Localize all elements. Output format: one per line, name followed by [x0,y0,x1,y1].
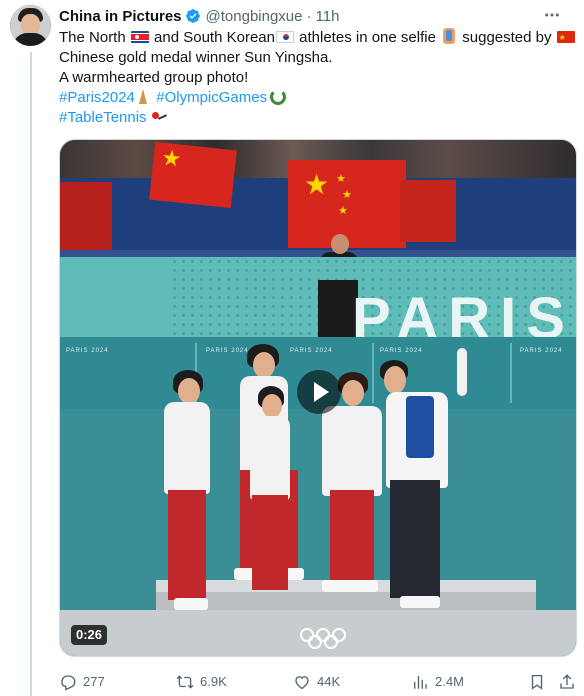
chinese-flag: ★ ★ ★ ★ [288,160,406,248]
hashtag-olympicgames[interactable]: #OlympicGames [156,89,267,106]
retweet-button[interactable]: 6.9K [176,672,227,692]
board-text: PARIS 2024 [206,348,249,354]
chinese-flag [400,180,456,242]
video-player[interactable]: ★ ★ ★ ★ ★ PARIS PARIS 2024 PARIS 2024 PARIS… [59,139,577,657]
tweet-line-2: Chinese gold medal winner Sun Yingsha. [59,49,333,66]
author-name[interactable]: China in Pictures [59,8,182,25]
laurel-wreath-icon [270,89,287,105]
hashtag-paris2024[interactable]: #Paris2024 [59,89,135,106]
views-button[interactable]: 2.4M [411,672,464,692]
hashtag-line-1: #Paris2024 #OlympicGames [59,88,579,108]
thread-line [30,52,32,696]
chinese-flag: ★ [149,141,237,209]
like-icon [295,676,309,690]
board-divider [510,343,512,403]
tweet-line-1: The North and South Korean athletes in o… [59,28,579,48]
text-fragment: The North [59,29,126,46]
avatar[interactable] [10,5,51,46]
north-korea-flag-icon [130,31,149,43]
table-tennis-icon [150,110,168,124]
retweet-icon [176,675,194,689]
retweet-count: 6.9K [200,674,227,689]
reply-count: 277 [83,674,105,689]
share-button[interactable] [558,672,576,692]
views-icon [414,676,427,689]
text-fragment: suggested by [462,29,552,46]
timestamp[interactable]: 11h [316,8,340,25]
china-flag-icon [556,28,575,48]
author-handle[interactable]: @tongbingxue [206,8,303,25]
board-text: PARIS 2024 [66,348,109,354]
chinese-flag [60,182,112,256]
bookmark-button[interactable] [528,672,546,692]
play-button[interactable] [297,370,341,414]
text-fragment: athletes in one selfie [299,29,436,46]
hashtag-tabletennis[interactable]: #TableTennis [59,109,147,126]
board-text: PARIS 2024 [520,348,563,354]
hashtag-line-2: #TableTennis [59,108,579,128]
reply-icon [61,675,76,691]
official-head [331,234,349,254]
action-bar: 277 6.9K 44K 2.4M [59,672,577,692]
separator-dot: · [306,7,312,25]
south-korea-flag-icon [275,31,294,43]
tweet-line-3: A warmhearted group photo! [59,69,249,86]
verified-badge-icon [185,9,200,23]
tweet-header: China in Pictures @tongbingxue · 11h [59,6,339,26]
like-button[interactable]: 44K [293,672,340,692]
bookmark-icon [531,674,543,690]
board-text: PARIS 2024 [380,348,423,354]
like-count: 44K [317,674,341,689]
tweet-text: The North and South Korean athletes in o… [59,28,579,128]
share-icon [560,674,574,689]
board-text: PARIS 2024 [290,348,333,354]
board-divider [372,343,374,403]
view-count: 2.4M [435,674,464,689]
video-duration: 0:26 [71,625,108,645]
text-fragment: and South Korean [154,29,275,46]
more-icon[interactable] [537,5,567,25]
olympic-rings-icon [300,628,346,649]
selfie-icon [443,28,456,44]
eiffel-tower-icon [137,88,148,104]
reply-button[interactable]: 277 [59,672,105,692]
